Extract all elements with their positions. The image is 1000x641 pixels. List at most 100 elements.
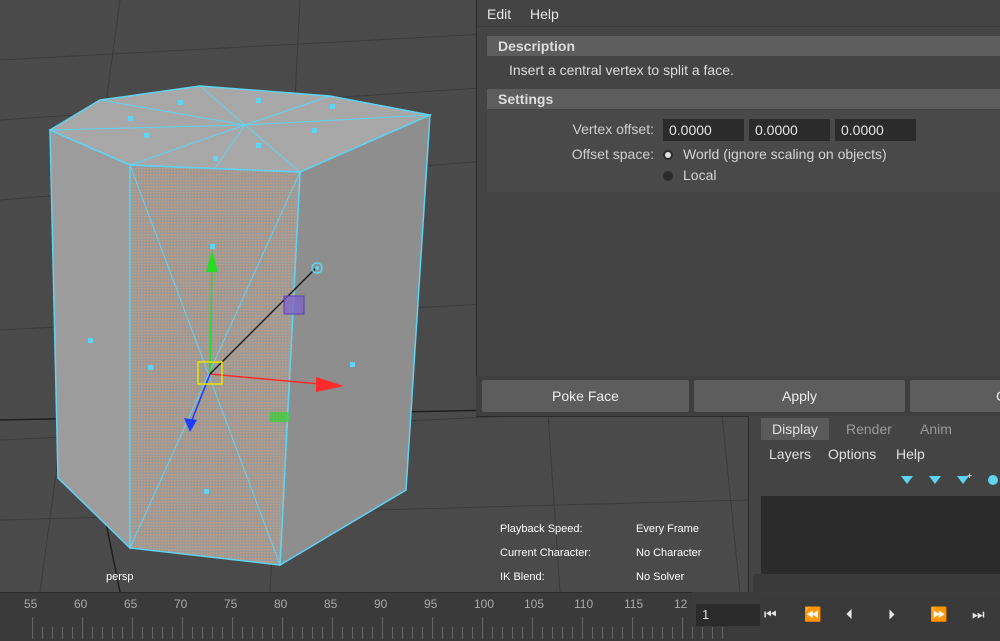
timeline-tick-mark <box>372 627 373 639</box>
layer-menu-options[interactable]: Options <box>828 446 876 462</box>
timeline-tick-mark <box>682 617 683 639</box>
timeline-tick-mark <box>102 627 103 639</box>
timeline-tick-mark <box>142 627 143 639</box>
timeline-tick-mark <box>482 617 483 639</box>
timeline-tick-mark <box>392 627 393 639</box>
timeline-tick-mark <box>202 627 203 639</box>
apply-button[interactable]: Apply <box>694 380 905 412</box>
time-slider[interactable]: 55 60 65 70 75 80 85 90 95 100 105 110 115 12 <box>0 592 723 641</box>
timeline-tick-mark <box>302 627 303 639</box>
timeline-tick-mark <box>422 627 423 639</box>
timeline-tick-label: 95 <box>424 597 438 611</box>
camera-label: persp <box>106 571 134 583</box>
offset-space-world-label[interactable]: World (ignore scaling on objects) <box>683 146 887 162</box>
hud-playback-speed-label: Playback Speed: <box>500 523 583 535</box>
step-forward-key-icon[interactable]: ⏩ <box>930 606 947 623</box>
layer-menu-help[interactable]: Help <box>896 446 925 462</box>
svg-text:+: + <box>967 471 972 481</box>
timeline-tick-mark <box>542 627 543 639</box>
timeline-tick-mark <box>122 627 123 639</box>
vertex-offset-z-field[interactable]: 0.0000 <box>835 119 916 141</box>
offset-space-local-label[interactable]: Local <box>683 167 716 183</box>
offset-space-local-radio[interactable] <box>663 171 673 181</box>
move-layer-down-icon[interactable] <box>929 476 941 484</box>
timeline-tick-mark <box>452 627 453 639</box>
timeline-tick-mark <box>312 627 313 639</box>
timeline-tick-mark <box>502 627 503 639</box>
go-to-end-icon[interactable]: ⏭ <box>972 606 985 623</box>
timeline-tick-mark <box>212 627 213 639</box>
timeline-tick-mark <box>462 627 463 639</box>
play-forward-icon[interactable]: ⏵ <box>888 606 895 623</box>
timeline-tick-mark <box>52 627 53 639</box>
timeline-tick-mark <box>282 617 283 639</box>
layer-list-scrollbar[interactable] <box>753 574 1000 592</box>
timeline-tick-mark <box>322 627 323 639</box>
step-back-frame-icon[interactable]: ⏴ <box>846 606 853 623</box>
timeline-tick-mark <box>242 627 243 639</box>
timeline-tick-mark <box>132 617 133 639</box>
timeline-tick-label: 85 <box>324 597 338 611</box>
timeline-tick-mark <box>62 627 63 639</box>
menu-help[interactable]: Help <box>530 6 559 22</box>
step-back-key-icon[interactable]: ⏪ <box>804 606 821 623</box>
layer-menu-layers[interactable]: Layers <box>769 446 811 462</box>
timeline-tick-mark <box>512 627 513 639</box>
timeline-tick-mark <box>562 627 563 639</box>
selected-face[interactable] <box>129 164 301 566</box>
move-layer-up-icon[interactable] <box>901 476 913 484</box>
tab-display[interactable]: Display <box>761 418 829 440</box>
new-layer-selected-icon[interactable] <box>988 475 998 485</box>
timeline-tick-mark <box>612 627 613 639</box>
timeline-tick-mark <box>332 617 333 639</box>
close-button[interactable]: C <box>910 380 1000 412</box>
timeline-tick-mark <box>252 627 253 639</box>
description-section-header[interactable]: Description <box>487 36 1000 56</box>
timeline-tick-label: 110 <box>574 597 594 611</box>
menu-edit[interactable]: Edit <box>487 6 511 22</box>
timeline-tick-label: 90 <box>374 597 388 611</box>
timeline-tick-mark <box>702 627 703 639</box>
timeline-tick-mark <box>382 617 383 639</box>
timeline-tick-mark <box>412 627 413 639</box>
timeline-tick-mark <box>182 617 183 639</box>
layer-editor: Display Render Anim Layers Options Help … <box>748 416 1000 592</box>
current-frame-field[interactable]: 1 <box>696 604 760 626</box>
new-layer-icon[interactable]: + <box>957 471 972 484</box>
vertex-offset-x-field[interactable]: 0.0000 <box>663 119 744 141</box>
offset-space-world-radio[interactable] <box>663 150 673 160</box>
timeline-tick-mark <box>112 627 113 639</box>
settings-section-header[interactable]: Settings <box>487 89 1000 109</box>
timeline-tick-mark <box>222 627 223 639</box>
timeline-tick-mark <box>652 627 653 639</box>
hud-ik-blend-label: IK Blend: <box>500 571 545 583</box>
timeline-tick-mark <box>272 627 273 639</box>
go-to-start-icon[interactable]: ⏮ <box>764 606 777 623</box>
timeline-tick-mark <box>662 627 663 639</box>
offset-space-label: Offset space: <box>571 146 654 162</box>
timeline-tick-label: 80 <box>274 597 288 611</box>
dialog-menubar: Edit Help <box>477 0 1000 27</box>
timeline-tick-mark <box>692 627 693 639</box>
timeline-tick-mark <box>442 627 443 639</box>
timeline-tick-mark <box>642 627 643 639</box>
timeline-tick-mark <box>572 627 573 639</box>
tab-render[interactable]: Render <box>835 418 903 440</box>
timeline-tick-label: 100 <box>474 597 495 611</box>
timeline-tick-mark <box>522 627 523 639</box>
poke-face-button[interactable]: Poke Face <box>482 380 689 412</box>
octagonal-cylinder[interactable] <box>48 85 433 567</box>
dialog-button-row: Poke Face Apply C <box>476 376 1000 416</box>
timeline-tick-mark <box>592 627 593 639</box>
timeline-tick-mark <box>632 617 633 639</box>
vertex-offset-y-field[interactable]: 0.0000 <box>749 119 830 141</box>
timeline-tick-mark <box>262 627 263 639</box>
hud-current-character-value: No Character <box>636 547 702 559</box>
tab-anim[interactable]: Anim <box>909 418 963 440</box>
layer-list[interactable] <box>761 496 1000 574</box>
timeline-tick-label: 115 <box>624 597 644 611</box>
playback-controls: ⏮ ⏪ ⏴ ⏵ ⏩ ⏭ <box>760 598 1000 640</box>
timeline-tick-mark <box>152 627 153 639</box>
vertex-offset-label: Vertex offset: <box>572 121 654 137</box>
timeline-tick-label: 65 <box>124 597 138 611</box>
